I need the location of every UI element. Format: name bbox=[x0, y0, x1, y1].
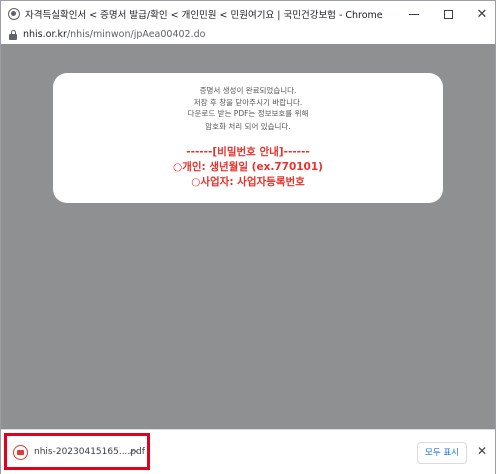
download-file-name[interactable]: nhis-20230415165....pdf bbox=[34, 447, 145, 457]
maximize-icon bbox=[443, 9, 453, 19]
pdf-file-icon bbox=[13, 445, 28, 460]
address-bar[interactable]: nhis.or.kr/nhis/minwon/jpAea00402.do bbox=[1, 27, 495, 44]
title-bar: 자격득실확인서 < 증명서 발급/확인 < 개인민원 < 민원여기요 | 국민건… bbox=[1, 1, 495, 27]
minimize-button[interactable] bbox=[397, 1, 431, 27]
password-notice-header: ------[비밀번호 안내]------ bbox=[186, 146, 310, 158]
password-notice-business: ○사업자: 사업자등록번호 bbox=[191, 176, 305, 188]
dialog-message-line: 증명서 생성이 완료되었습니다. bbox=[199, 86, 297, 95]
dialog-message-line: 저장 후 창을 닫아주시기 바랍니다. bbox=[193, 98, 303, 107]
minimize-icon bbox=[409, 13, 419, 15]
dialog-message-line: 다운로드 받는 PDF는 정보보호를 위해 bbox=[187, 109, 309, 118]
completion-dialog: 증명서 생성이 완료되었습니다. 저장 후 창을 닫아주시기 바랍니다. 다운로… bbox=[53, 73, 443, 203]
url-path: /nhis/minwon/jpAea00402.do bbox=[66, 29, 206, 40]
window-title: 자격득실확인서 < 증명서 발급/확인 < 개인민원 < 민원여기요 | 국민건… bbox=[25, 10, 383, 21]
url-text[interactable]: nhis.or.kr/nhis/minwon/jpAea00402.do bbox=[23, 29, 205, 40]
close-shelf-button[interactable]: ✕ bbox=[475, 443, 489, 459]
download-item[interactable]: nhis-20230415165....pdf bbox=[9, 438, 145, 466]
url-host: nhis.or.kr bbox=[23, 29, 67, 40]
show-all-button[interactable]: 모두 표시 bbox=[417, 442, 467, 464]
download-shelf: nhis-20230415165....pdf 모두 표시 ✕ bbox=[1, 429, 495, 474]
dialog-message-line: 암호화 처리 되어 있습니다. bbox=[205, 122, 291, 131]
maximize-button[interactable] bbox=[431, 1, 465, 27]
chrome-icon bbox=[8, 8, 20, 20]
lock-icon[interactable] bbox=[9, 30, 17, 40]
chevron-up-icon[interactable] bbox=[130, 447, 138, 455]
page-viewport: 증명서 생성이 완료되었습니다. 저장 후 창을 닫아주시기 바랍니다. 다운로… bbox=[1, 44, 495, 429]
close-window-button[interactable]: ✕ bbox=[465, 1, 496, 27]
close-icon: ✕ bbox=[476, 6, 488, 22]
browser-window: 자격득실확인서 < 증명서 발급/확인 < 개인민원 < 민원여기요 | 국민건… bbox=[0, 0, 496, 474]
password-notice-personal: ○개인: 생년월일 (ex.770101) bbox=[173, 161, 323, 173]
